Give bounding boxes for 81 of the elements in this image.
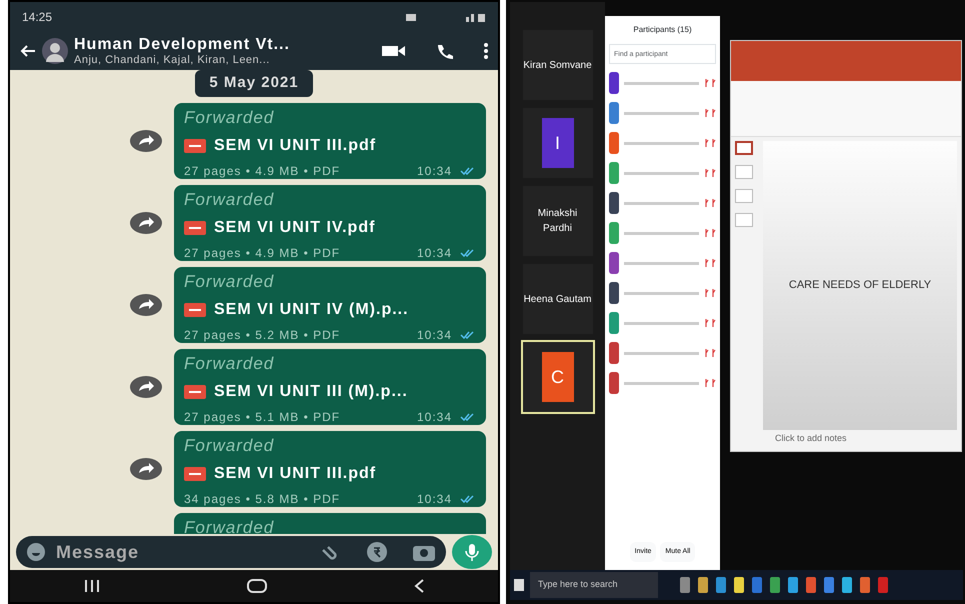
- chat-members: Anju, Chandani, Kajal, Kiran, Leen...: [74, 54, 271, 66]
- muted-icon[interactable]: [704, 258, 716, 268]
- message-field[interactable]: Message: [54, 538, 194, 566]
- muted-icon[interactable]: [704, 168, 716, 178]
- phone-call-icon[interactable]: [436, 43, 454, 59]
- taskbar-search-field[interactable]: Type here to search: [530, 572, 658, 598]
- muted-icon[interactable]: [704, 318, 716, 328]
- video-call-icon[interactable]: [382, 45, 406, 57]
- message-bubble[interactable]: Forwarded SEM VI UNIT III (M).p... 27 pages • 5.1 MB • PDF 10:34: [174, 348, 486, 424]
- file-name[interactable]: SEM VI UNIT III.pdf: [214, 462, 376, 486]
- home-icon[interactable]: [247, 579, 267, 593]
- forwarded-label: Forwarded: [184, 352, 276, 374]
- file-details: 27 pages • 5.2 MB • PDF: [184, 327, 342, 344]
- slide-thumbnail[interactable]: [735, 213, 753, 227]
- muted-icon[interactable]: [704, 108, 716, 118]
- muted-icon[interactable]: [704, 288, 716, 298]
- file-details: 34 pages • 5.8 MB • PDF: [184, 491, 342, 508]
- muted-icon[interactable]: [704, 198, 716, 208]
- message-time: 10:34: [416, 409, 452, 426]
- forwarded-label: Forwarded: [184, 434, 276, 456]
- message-bar[interactable]: Message: [16, 536, 446, 568]
- forwarded-label: Forwarded: [184, 188, 276, 210]
- notes-field[interactable]: Click to add notes: [763, 430, 957, 447]
- pdf-icon: [184, 303, 206, 317]
- slide-thumbnail[interactable]: [735, 165, 753, 179]
- muted-icon[interactable]: [704, 138, 716, 148]
- muted-icon[interactable]: [704, 228, 716, 238]
- muted-icon[interactable]: [704, 378, 716, 388]
- participants-title: Participants (15): [632, 24, 693, 36]
- muted-icon[interactable]: [704, 348, 716, 358]
- slide-thumbnail[interactable]: [735, 189, 753, 203]
- pdf-icon: [184, 139, 206, 153]
- slide-thumbnail[interactable]: [735, 141, 753, 155]
- message-bubble[interactable]: Forwarded SEM VI UNIT III.pdf 34 pages • 5.8 MB • PDF 10:34: [174, 430, 486, 506]
- pdf-icon: [184, 467, 206, 481]
- video-tile[interactable]: C: [522, 342, 592, 412]
- message-bubble[interactable]: Forwarded SEM VI UNIT IV.pdf 27 pages • 4.9 MB • PDF 10:34: [174, 184, 486, 260]
- group-avatar[interactable]: [42, 38, 68, 64]
- recent-apps-icon[interactable]: [83, 579, 101, 593]
- avatar-initial: C: [542, 352, 574, 402]
- status-time: 14:25: [22, 9, 52, 26]
- message-time: 10:34: [416, 491, 452, 508]
- file-name[interactable]: SEM VI UNIT IV (M).p...: [214, 298, 409, 322]
- forward-icon[interactable]: [130, 212, 162, 234]
- avatar-initial: I: [542, 118, 574, 168]
- file-name[interactable]: SEM VI UNIT III (M).p...: [214, 380, 408, 404]
- file-name[interactable]: SEM VI UNIT III.pdf: [214, 134, 376, 158]
- forward-icon[interactable]: [130, 458, 162, 480]
- microphone-button[interactable]: [452, 535, 492, 569]
- pdf-icon: [184, 385, 206, 399]
- message-time: 10:34: [416, 163, 452, 180]
- forwarded-label: Forwarded: [184, 106, 276, 128]
- message-bubble[interactable]: Forwarded: [174, 512, 486, 534]
- forward-icon[interactable]: [130, 130, 162, 152]
- message-bubble[interactable]: Forwarded SEM VI UNIT IV (M).p... 27 pages • 5.2 MB • PDF 10:34: [174, 266, 486, 342]
- rupee-icon[interactable]: [366, 541, 388, 563]
- forward-icon[interactable]: [130, 376, 162, 398]
- video-tile[interactable]: I: [522, 108, 592, 178]
- message-time: 10:34: [416, 327, 452, 344]
- video-tile[interactable]: Kiran Somvane: [522, 30, 592, 100]
- muted-icon[interactable]: [704, 78, 716, 88]
- signal-icon: [406, 12, 486, 22]
- date-chip: 5 May 2021: [195, 70, 313, 96]
- forwarded-label: Forwarded: [184, 270, 276, 292]
- message-bubble[interactable]: Forwarded SEM VI UNIT III.pdf 27 pages • 4.9 MB • PDF 10:34: [174, 102, 486, 178]
- file-details: 27 pages • 4.9 MB • PDF: [184, 163, 342, 180]
- file-name[interactable]: SEM VI UNIT IV.pdf: [214, 216, 376, 240]
- video-tile[interactable]: Minakshi Pardhi: [522, 186, 592, 256]
- chat-title[interactable]: Human Development Vt...: [74, 36, 376, 54]
- emoji-icon[interactable]: [26, 542, 46, 562]
- file-details: 27 pages • 5.1 MB • PDF: [184, 409, 342, 426]
- start-icon[interactable]: [514, 579, 524, 591]
- file-details: 27 pages • 4.9 MB • PDF: [184, 245, 342, 262]
- menu-icon[interactable]: [484, 43, 488, 59]
- pdf-icon: [184, 221, 206, 235]
- forward-icon[interactable]: [130, 294, 162, 316]
- message-time: 10:34: [416, 245, 452, 262]
- slide-title: CARE NEEDS OF ELDERLY: [788, 278, 932, 293]
- forwarded-label: Forwarded: [184, 516, 276, 534]
- back-icon[interactable]: [413, 579, 425, 593]
- video-tile[interactable]: Heena Gautam: [522, 264, 592, 334]
